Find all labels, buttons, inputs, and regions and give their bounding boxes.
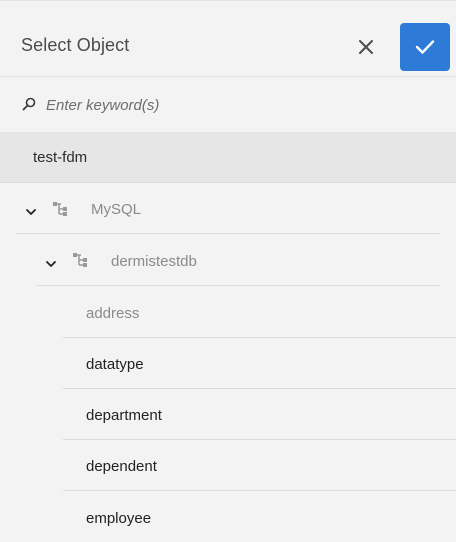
table-item-label: employee: [86, 510, 152, 527]
search-input[interactable]: [46, 95, 426, 115]
table-item-label: department: [86, 407, 162, 424]
table-item[interactable]: department: [0, 388, 456, 440]
tree-item-label: dermistestdb: [111, 253, 197, 270]
select-object-dialog: Select Object test-fdm: [0, 0, 456, 540]
schema-icon: [53, 202, 67, 216]
close-icon: [359, 40, 373, 54]
schema-icon: [73, 253, 87, 267]
checkmark-icon: [415, 40, 435, 54]
search-bar: [0, 78, 456, 132]
table-item[interactable]: dependent: [0, 439, 456, 491]
table-item[interactable]: address: [0, 286, 456, 338]
dialog-title: Select Object: [21, 35, 130, 55]
tree-item-dermistestdb[interactable]: dermistestdb: [0, 234, 456, 286]
table-item[interactable]: employee: [0, 491, 456, 542]
table-item-label: address: [86, 305, 140, 322]
dialog-header: Select Object: [0, 1, 456, 77]
tree-item-mysql[interactable]: MySQL: [0, 183, 456, 234]
tree-root-row[interactable]: test-fdm: [0, 132, 456, 183]
tree-root-label: test-fdm: [33, 149, 88, 166]
chevron-down-icon[interactable]: [25, 206, 37, 218]
chevron-down-icon[interactable]: [45, 258, 57, 270]
tree-item-label: MySQL: [91, 201, 142, 218]
table-item[interactable]: datatype: [0, 337, 456, 389]
search-icon: [22, 97, 36, 111]
table-item-label: datatype: [86, 356, 144, 373]
table-item-label: dependent: [86, 458, 157, 475]
confirm-button[interactable]: [400, 23, 450, 71]
close-button[interactable]: [352, 33, 380, 61]
